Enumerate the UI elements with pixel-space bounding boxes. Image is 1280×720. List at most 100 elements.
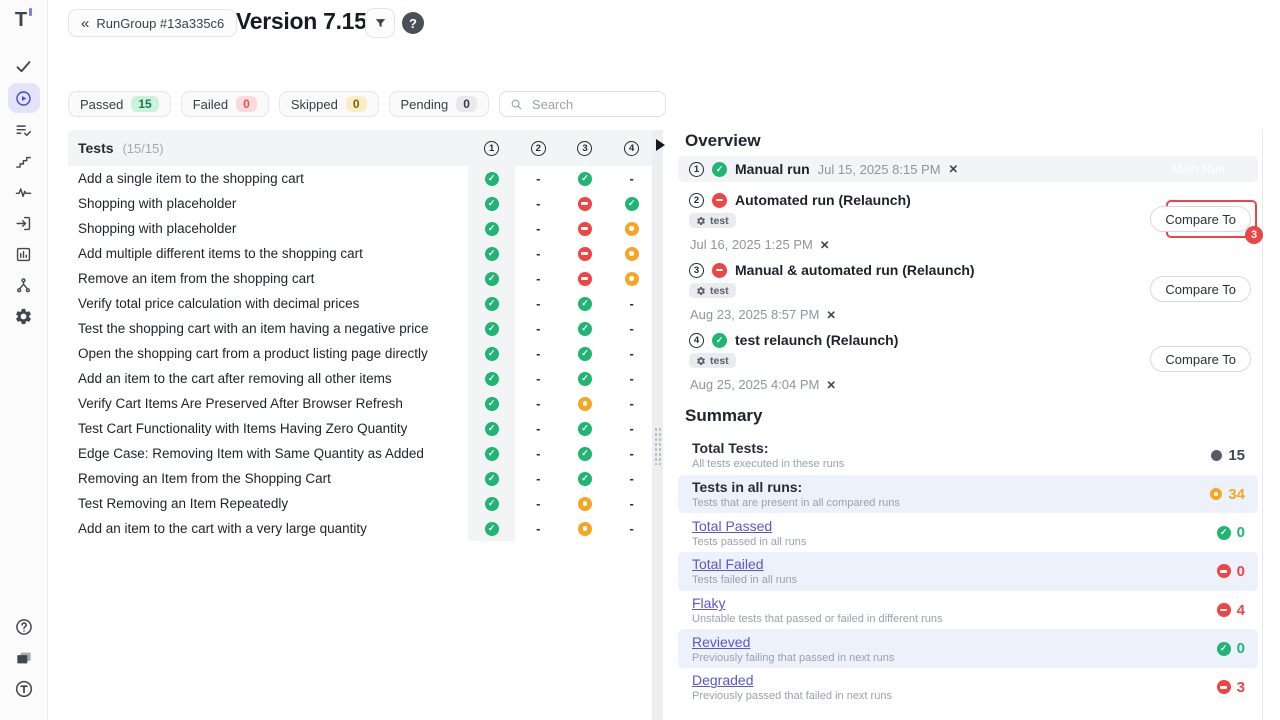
summary-link[interactable]: Total Passed [692, 518, 1217, 534]
passed-status-icon: ✓ [485, 397, 499, 411]
search-icon [509, 97, 524, 112]
sidebar-item-logo-circle[interactable] [8, 675, 40, 703]
remove-run-icon[interactable]: ✕ [826, 308, 836, 322]
search-input[interactable] [530, 96, 650, 113]
sidebar-item-gear[interactable] [8, 302, 40, 330]
table-row[interactable]: Add a single item to the shopping cart✓-… [68, 166, 655, 191]
failed-status-icon [1217, 564, 1231, 578]
run-tag: test [689, 353, 736, 368]
branch-icon [14, 276, 33, 295]
remove-run-icon[interactable]: ✕ [820, 238, 830, 252]
overview-panel: Overview 1✓Manual runJul 15, 2025 8:15 P… [678, 0, 1258, 720]
summary-link[interactable]: Revieved [692, 634, 1217, 650]
no-run-dash: - [536, 246, 540, 261]
table-row[interactable]: Add an item to the cart after removing a… [68, 366, 655, 391]
gear-icon [696, 356, 706, 366]
compare-to-button[interactable]: Compare To [1150, 346, 1251, 372]
status-cell: - [608, 516, 655, 541]
scrollbar-track[interactable] [1262, 130, 1263, 720]
summary-link[interactable]: Degraded [692, 672, 1217, 688]
logo-circle-icon [14, 679, 34, 699]
summary-value: 34 [1210, 486, 1245, 503]
table-row[interactable]: Edge Case: Removing Item with Same Quant… [68, 441, 655, 466]
sidebar-item-play-circle[interactable] [8, 83, 40, 113]
back-button[interactable]: « RunGroup #13a335c6 [68, 9, 237, 37]
summary-text: DegradedPreviously passed that failed in… [692, 672, 1217, 702]
divider-grip[interactable] [654, 427, 661, 465]
summary-count: 15 [1228, 447, 1245, 464]
table-row[interactable]: Verify Cart Items Are Preserved After Br… [68, 391, 655, 416]
panel-collapse-handle[interactable] [656, 139, 665, 151]
status-cell: ✓ [468, 366, 515, 391]
summary-count: 34 [1228, 486, 1245, 503]
compare-to-button[interactable]: Compare To [1150, 276, 1251, 302]
sidebar-item-help-circle[interactable] [8, 613, 40, 641]
table-row[interactable]: Add multiple different items to the shop… [68, 241, 655, 266]
sidebar-item-stairs[interactable] [8, 147, 40, 175]
no-run-dash: - [629, 471, 633, 486]
table-row[interactable]: Remove an item from the shopping cart✓- [68, 266, 655, 291]
check-icon [14, 57, 33, 76]
summary-link[interactable]: Flaky [692, 595, 1217, 611]
table-row[interactable]: Test the shopping cart with an item havi… [68, 316, 655, 341]
sidebar-item-activity[interactable] [8, 178, 40, 206]
dot-icon [1211, 450, 1222, 461]
sidebar: T [0, 0, 48, 720]
filter-failed[interactable]: Failed0 [181, 91, 269, 117]
table-row[interactable]: Removing an Item from the Shopping Cart✓… [68, 466, 655, 491]
no-run-dash: - [536, 371, 540, 386]
sidebar-item-list-check[interactable] [8, 116, 40, 144]
help-circle-icon [14, 617, 34, 637]
filter-passed[interactable]: Passed15 [68, 91, 171, 117]
passed-status-icon: ✓ [712, 333, 727, 348]
panel-divider [652, 130, 663, 720]
app-logo: T [0, 8, 47, 32]
table-row[interactable]: Add an item to the cart with a very larg… [68, 516, 655, 541]
search-box[interactable] [499, 91, 666, 117]
sidebar-item-library[interactable] [8, 644, 40, 672]
remove-run-icon[interactable]: ✕ [949, 162, 959, 176]
sidebar-item-import[interactable] [8, 209, 40, 237]
table-row[interactable]: Shopping with placeholder✓- [68, 216, 655, 241]
filter-pending[interactable]: Pending0 [389, 91, 489, 117]
sidebar-item-branch[interactable] [8, 271, 40, 299]
run-number-badge: 1 [484, 141, 499, 156]
filter-count-badge: 0 [346, 96, 367, 112]
filter-button[interactable] [365, 8, 395, 38]
filter-count-badge: 15 [131, 96, 158, 112]
filter-count-badge: 0 [456, 96, 477, 112]
gear-icon [696, 216, 706, 226]
passed-status-icon: ✓ [578, 447, 592, 461]
status-cell: ✓ [468, 391, 515, 416]
passed-status-icon: ✓ [485, 447, 499, 461]
activity-icon [14, 183, 33, 202]
compare-to-button[interactable]: Compare To [1150, 206, 1251, 232]
no-run-dash: - [536, 346, 540, 361]
filter-skipped[interactable]: Skipped 0 [279, 91, 379, 117]
run-date: Aug 23, 2025 8:57 PM [690, 307, 819, 322]
annotation-number-badge: 3 [1245, 226, 1263, 244]
skipped-status-icon [578, 497, 592, 511]
table-row[interactable]: Verify total price calculation with deci… [68, 291, 655, 316]
passed-status-icon: ✓ [485, 297, 499, 311]
run-number-badge: 2 [689, 193, 704, 208]
run-date: Aug 25, 2025 4:04 PM [690, 377, 819, 392]
run-number-badge: 4 [624, 141, 639, 156]
passed-status-icon: ✓ [485, 172, 499, 186]
sidebar-item-check[interactable] [8, 52, 40, 80]
table-row[interactable]: Test Cart Functionality with Items Havin… [68, 416, 655, 441]
table-row[interactable]: Open the shopping cart from a product li… [68, 341, 655, 366]
table-row[interactable]: Test Removing an Item Repeatedly✓-- [68, 491, 655, 516]
summary-link[interactable]: Total Failed [692, 556, 1217, 572]
failed-status-icon [712, 193, 727, 208]
sidebar-item-bar-chart[interactable] [8, 240, 40, 268]
gear-icon [696, 286, 706, 296]
summary-text: FlakyUnstable tests that passed or faile… [692, 595, 1217, 625]
status-cell [562, 491, 609, 516]
help-button[interactable]: ? [402, 12, 424, 34]
filter-label: Skipped [291, 97, 338, 112]
table-row[interactable]: Shopping with placeholder✓-✓ [68, 191, 655, 216]
status-cell: ✓ [562, 316, 609, 341]
remove-run-icon[interactable]: ✕ [826, 378, 836, 392]
run-tag-label: test [710, 285, 729, 297]
